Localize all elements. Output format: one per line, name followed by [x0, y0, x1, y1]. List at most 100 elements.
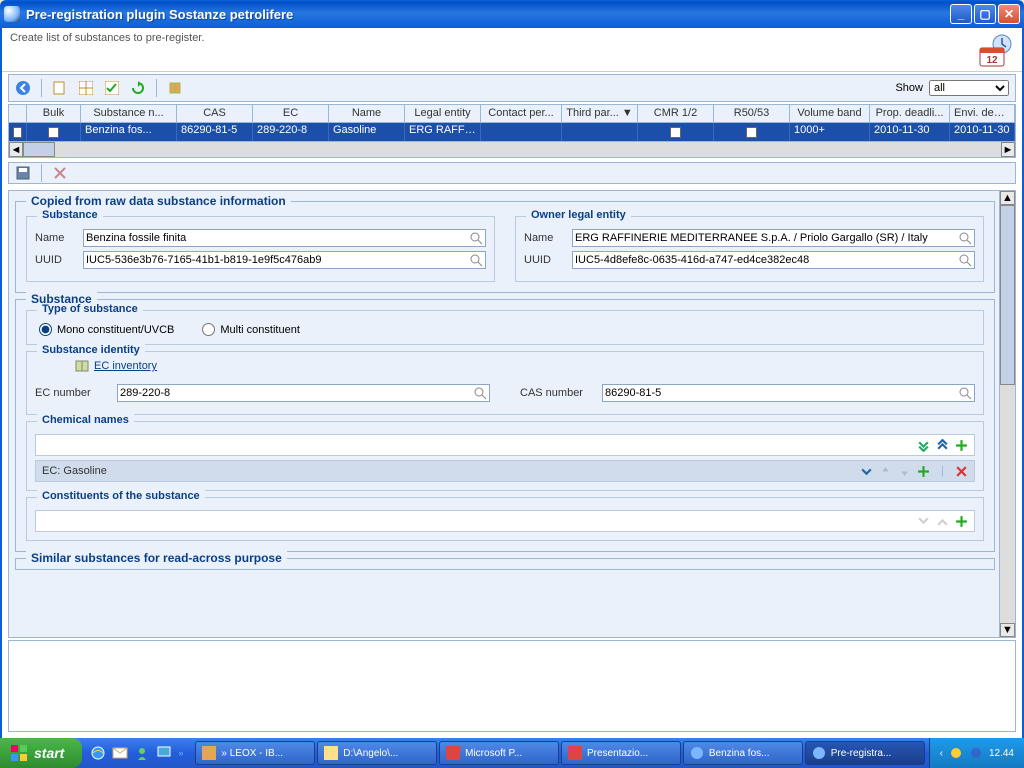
chem-item-row[interactable]: EC: Gasoline | — [35, 460, 975, 482]
search-icon[interactable] — [958, 253, 972, 267]
task-item[interactable]: Microsoft P... — [439, 741, 559, 765]
book-icon[interactable] — [167, 80, 183, 96]
minimize-button[interactable]: _ — [950, 4, 972, 24]
radio-mono[interactable]: Mono constituent/UVCB — [39, 323, 174, 336]
back-button[interactable] — [15, 80, 31, 96]
task-item[interactable]: Presentazio... — [561, 741, 681, 765]
cell-name: Gasoline — [329, 123, 405, 141]
ec-lookup[interactable]: 289-220-8 — [117, 384, 490, 402]
grid-col-third-party[interactable]: Third par... ▼ — [562, 105, 638, 123]
search-icon[interactable] — [958, 386, 972, 400]
chevron-right-icon[interactable]: » — [178, 748, 183, 758]
add-icon[interactable] — [955, 439, 968, 452]
grid-col-prop-deadline[interactable]: Prop. deadli... — [870, 105, 950, 123]
grid-col-bulk[interactable]: Bulk — [27, 105, 81, 123]
save-icon[interactable] — [15, 165, 31, 181]
separator — [156, 79, 157, 97]
task-item[interactable]: Pre-registra... — [805, 741, 925, 765]
separator — [41, 79, 42, 97]
quick-launch: » — [82, 738, 191, 768]
ec-inventory-link[interactable]: EC inventory — [75, 360, 975, 372]
cmr-checkbox[interactable] — [670, 127, 681, 138]
grid-col-envi-deadline[interactable]: Envi. deadline — [950, 105, 1015, 123]
owner-uuid-lookup[interactable]: IUC5-4d8efe8c-0635-416d-a747-ed4ce382ec4… — [572, 251, 975, 269]
tray-icon[interactable] — [969, 746, 983, 760]
ie-icon[interactable] — [90, 745, 106, 761]
search-icon[interactable] — [469, 231, 483, 245]
mail-icon[interactable] — [112, 745, 128, 761]
book-icon — [75, 360, 89, 372]
toolbar: Show all — [8, 74, 1016, 102]
maximize-button[interactable]: ▢ — [974, 4, 996, 24]
owner-uuid-label: UUID — [524, 254, 566, 266]
form-region: Copied from raw data substance informati… — [8, 190, 1016, 638]
task-item[interactable]: D:\Angelo\... — [317, 741, 437, 765]
ec-label: EC number — [35, 387, 111, 399]
cell-prop-deadline: 2010-11-30 — [870, 123, 950, 141]
constituents-legend: Constituents of the substance — [37, 490, 205, 502]
grid-horizontal-scrollbar[interactable]: ◄► — [8, 142, 1016, 158]
search-icon[interactable] — [473, 386, 487, 400]
owner-name-lookup[interactable]: ERG RAFFINERIE MEDITERRANEE S.p.A. / Pri… — [572, 229, 975, 247]
tray-icon[interactable] — [949, 746, 963, 760]
expand-all-icon[interactable] — [917, 439, 930, 452]
collapse-all-icon[interactable] — [936, 515, 949, 528]
grid-col-substance-name[interactable]: Substance n... — [81, 105, 177, 123]
move-down-icon[interactable] — [898, 465, 911, 478]
system-tray[interactable]: ‹ 12.44 — [929, 738, 1024, 768]
name-lookup[interactable]: Benzina fossile finita — [83, 229, 486, 247]
refresh-icon[interactable] — [130, 80, 146, 96]
collapse-all-icon[interactable] — [936, 439, 949, 452]
owner-box: Owner legal entity Name ERG RAFFINERIE M… — [515, 216, 984, 282]
form-vertical-scrollbar[interactable]: ▲ ▼ — [999, 191, 1015, 637]
task-item[interactable]: Benzina fos... — [683, 741, 803, 765]
uuid-lookup[interactable]: IUC5-536e3b76-7165-41b1-b819-1e9f5c476ab… — [83, 251, 486, 269]
bulk-checkbox[interactable] — [48, 127, 59, 138]
cas-label: CAS number — [520, 387, 596, 399]
add-icon[interactable] — [955, 515, 968, 528]
move-up-icon[interactable] — [879, 465, 892, 478]
expand-all-icon[interactable] — [917, 515, 930, 528]
row-checkbox[interactable] — [13, 127, 22, 138]
grid-col-legal-entity[interactable]: Legal entity — [405, 105, 481, 123]
tray-expand-icon[interactable]: ‹ — [940, 748, 943, 759]
grid-col-cas[interactable]: CAS — [177, 105, 253, 123]
grid-col-name[interactable]: Name — [329, 105, 405, 123]
svg-text:12: 12 — [986, 55, 998, 66]
similar-legend: Similar substances for read-across purpo… — [26, 551, 287, 565]
grid-col-volume[interactable]: Volume band — [790, 105, 870, 123]
uuid-label: UUID — [35, 254, 77, 266]
title-bar: Pre-registration plugin Sostanze petroli… — [0, 0, 1024, 28]
cell-volume: 1000+ — [790, 123, 870, 141]
add-icon[interactable] — [917, 465, 930, 478]
search-icon[interactable] — [958, 231, 972, 245]
chevron-down-icon[interactable] — [860, 465, 873, 478]
messenger-icon[interactable] — [134, 745, 150, 761]
similar-fieldset: Similar substances for read-across purpo… — [15, 558, 995, 570]
task-item[interactable]: » LEOX - IB... — [195, 741, 315, 765]
desktop-icon[interactable] — [156, 745, 172, 761]
show-select[interactable]: all — [929, 80, 1009, 96]
grid-col-r5053[interactable]: R50/53 — [714, 105, 790, 123]
delete-icon[interactable] — [52, 165, 68, 181]
cas-lookup[interactable]: 86290-81-5 — [602, 384, 975, 402]
close-button[interactable]: ✕ — [998, 4, 1020, 24]
r5053-checkbox[interactable] — [746, 127, 757, 138]
grid-col-checkbox[interactable] — [9, 105, 27, 123]
grid-col-contact[interactable]: Contact per... — [481, 105, 562, 123]
taskbar: start » » LEOX - IB... D:\Angelo\... Mic… — [0, 738, 1024, 768]
grid-col-ec[interactable]: EC — [253, 105, 329, 123]
search-icon[interactable] — [469, 253, 483, 267]
console-panel — [8, 640, 1016, 732]
cell-cas: 86290-81-5 — [177, 123, 253, 141]
substance-box: Substance Name Benzina fossile finita UU… — [26, 216, 495, 282]
grid-check-icon[interactable] — [104, 80, 120, 96]
taskbar-tasks: » LEOX - IB... D:\Angelo\... Microsoft P… — [191, 738, 928, 768]
grid-col-cmr[interactable]: CMR 1/2 — [638, 105, 714, 123]
grid-icon[interactable] — [78, 80, 94, 96]
grid-row[interactable]: Benzina fos... 86290-81-5 289-220-8 Gaso… — [9, 123, 1015, 141]
new-icon[interactable] — [52, 80, 68, 96]
start-button[interactable]: start — [0, 738, 82, 768]
radio-multi[interactable]: Multi constituent — [202, 323, 299, 336]
remove-icon[interactable] — [955, 465, 968, 478]
